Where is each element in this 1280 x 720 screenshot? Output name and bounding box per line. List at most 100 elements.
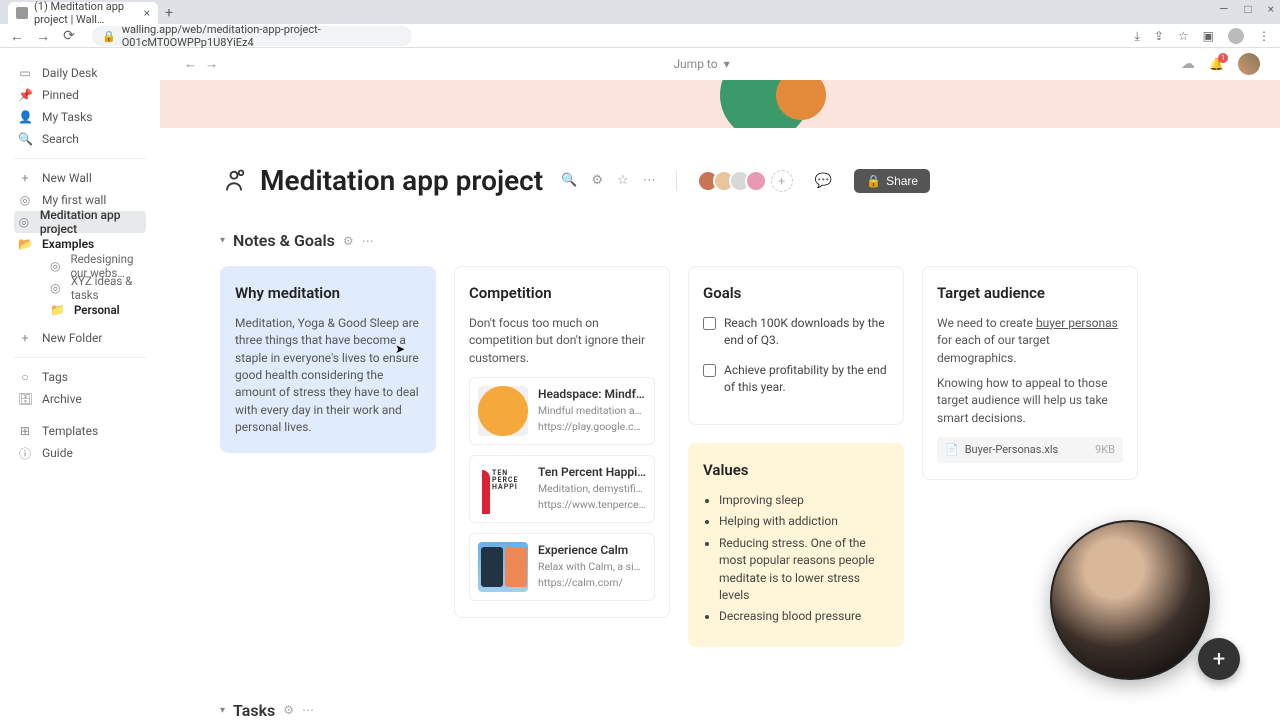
page-icon[interactable]: [220, 167, 248, 195]
section-title: Notes & Goals: [233, 231, 335, 250]
menu-icon[interactable]: ⋮: [1258, 29, 1270, 43]
jump-to-button[interactable]: Jump to ▾: [673, 57, 729, 71]
more-icon[interactable]: ⋯: [643, 173, 656, 188]
profile-avatar-icon[interactable]: [1228, 28, 1244, 44]
favorite-icon[interactable]: ☆: [617, 173, 629, 188]
lock-icon: 🔒: [102, 30, 116, 43]
card-title: Competition: [469, 283, 655, 305]
filter-icon[interactable]: ⚙: [591, 173, 603, 188]
star-icon[interactable]: ☆: [1178, 29, 1189, 43]
install-icon[interactable]: ⤓: [1135, 29, 1140, 44]
sidebar-daily-desk[interactable]: ▭Daily Desk: [14, 62, 146, 84]
url-field[interactable]: 🔒 walling.app/web/meditation-app-project…: [92, 26, 412, 46]
notifications-button[interactable]: 🔔 1: [1209, 57, 1224, 71]
card-goals[interactable]: Goals Reach 100K downloads by the end of…: [688, 266, 904, 425]
value-item: Improving sleep: [719, 492, 889, 509]
card-title: Goals: [703, 283, 889, 305]
card-why-meditation[interactable]: Why meditation Meditation, Yoga & Good S…: [220, 266, 436, 453]
goal-checkbox[interactable]: [703, 364, 716, 377]
plus-icon: +: [18, 171, 32, 185]
collapse-icon[interactable]: ▾: [220, 705, 225, 716]
current-user-avatar[interactable]: [1238, 53, 1260, 75]
sidebar-pinned[interactable]: 📌Pinned: [14, 84, 146, 106]
window-maximize-icon[interactable]: □: [1244, 2, 1251, 16]
guide-icon: ⓘ: [18, 445, 32, 462]
sidebar-tags[interactable]: ○Tags: [14, 366, 146, 388]
back-icon[interactable]: ←: [10, 28, 24, 45]
sidebar-search[interactable]: 🔍Search: [14, 128, 146, 150]
link-url: https://play.google.com/…: [538, 419, 646, 434]
sidebar-example-personal[interactable]: 📁Personal: [46, 299, 146, 321]
card-target-audience[interactable]: Target audience We need to create buyer …: [922, 266, 1138, 480]
share-icon[interactable]: ⇪: [1154, 29, 1164, 43]
presenter-webcam: [1050, 520, 1210, 680]
sync-status-icon[interactable]: ☁: [1181, 56, 1195, 72]
desk-icon: ▭: [18, 66, 32, 80]
link-thumbnail: [478, 542, 528, 592]
collapse-icon[interactable]: ▾: [220, 235, 225, 246]
link-card[interactable]: TENPERCEHAPPI Ten Percent Happi… Meditat…: [469, 455, 655, 523]
value-item: Helping with addiction: [719, 513, 889, 530]
sidebar-templates[interactable]: ⊞Templates: [14, 420, 146, 442]
card-title: Values: [703, 460, 889, 482]
address-bar: ← → ⟳ 🔒 walling.app/web/meditation-app-p…: [0, 24, 1280, 48]
close-tab-icon[interactable]: ×: [144, 6, 150, 20]
sidebar-wall-meditation[interactable]: ◎Meditation app project: [14, 211, 146, 233]
window-minimize-icon[interactable]: —: [1219, 2, 1228, 16]
forward-icon[interactable]: →: [36, 28, 50, 45]
link-desc: Relax with Calm, a simpl…: [538, 559, 646, 574]
add-fab-button[interactable]: +: [1198, 638, 1240, 680]
browser-tab[interactable]: (1) Meditation app project | Wall… ×: [8, 2, 158, 24]
section-settings-icon[interactable]: ⚙: [343, 234, 354, 248]
section-settings-icon[interactable]: ⚙: [283, 703, 294, 717]
sidebar-example-xyz[interactable]: ◎XYZ ideas & tasks: [46, 277, 146, 299]
top-toolbar: ← → Jump to ▾ ☁ 🔔 1: [160, 48, 1280, 80]
goal-item: Reach 100K downloads by the end of Q3.: [703, 315, 889, 350]
plus-icon: +: [18, 331, 32, 345]
card-title: Target audience: [937, 283, 1123, 305]
favicon-icon: [16, 7, 28, 19]
sidebar-new-wall[interactable]: +New Wall: [14, 167, 146, 189]
user-icon: 👤: [18, 110, 32, 124]
link-title: Ten Percent Happi…: [538, 464, 646, 481]
new-tab-button[interactable]: +: [158, 2, 180, 24]
panel-icon[interactable]: ▣: [1203, 29, 1214, 43]
link-desc: Mindful meditation and r…: [538, 403, 646, 418]
history-back-icon[interactable]: ←: [180, 56, 201, 72]
wall-icon: ◎: [50, 281, 61, 295]
sidebar-guide[interactable]: ⓘGuide: [14, 442, 146, 464]
goal-checkbox[interactable]: [703, 317, 716, 330]
comments-icon[interactable]: 💬: [815, 173, 832, 189]
link-title: Experience Calm: [538, 542, 646, 559]
section-more-icon[interactable]: ⋯: [362, 234, 374, 248]
file-attachment[interactable]: 📄 Buyer-Personas.xls 9KB: [937, 437, 1123, 463]
section-more-icon[interactable]: ⋯: [302, 703, 314, 717]
wall-icon: ◎: [18, 193, 32, 207]
collaborator-avatars[interactable]: +: [697, 170, 793, 192]
value-item: Decreasing blood pressure: [719, 608, 889, 625]
reload-icon[interactable]: ⟳: [62, 28, 76, 44]
card-body-2: Knowing how to appeal to those target au…: [937, 375, 1123, 427]
sidebar-archive[interactable]: 🗄Archive: [14, 388, 146, 410]
share-button[interactable]: 🔒 Share: [854, 169, 930, 193]
link-url: https://calm.com/: [538, 575, 646, 590]
chevron-down-icon: ▾: [724, 57, 730, 71]
history-forward-icon[interactable]: →: [201, 56, 222, 72]
window-close-icon[interactable]: ×: [1268, 2, 1274, 16]
page-header: Meditation app project 🔍 ⚙ ☆ ⋯ + 💬 🔒 Sha…: [160, 128, 1280, 207]
buyer-personas-link[interactable]: buyer personas: [1036, 316, 1118, 330]
card-values[interactable]: Values Improving sleep Helping with addi…: [688, 443, 904, 646]
search-page-icon[interactable]: 🔍: [561, 173, 577, 188]
sidebar-my-tasks[interactable]: 👤My Tasks: [14, 106, 146, 128]
card-competition[interactable]: Competition Don't focus too much on comp…: [454, 266, 670, 618]
link-card[interactable]: Headspace: Mindfu… Mindful meditation an…: [469, 377, 655, 445]
pin-icon: 📌: [18, 88, 32, 102]
goal-item: Achieve profitability by the end of this…: [703, 362, 889, 397]
add-collaborator-button[interactable]: +: [771, 170, 793, 192]
section-header-tasks: ▾ Tasks ⚙ ⋯: [160, 677, 1280, 720]
sidebar-new-folder[interactable]: +New Folder: [14, 327, 146, 349]
link-card[interactable]: Experience Calm Relax with Calm, a simpl…: [469, 533, 655, 601]
card-body: Don't focus too much on competition but …: [469, 315, 655, 367]
card-body: We need to create buyer personas for eac…: [937, 315, 1123, 367]
url-text: walling.app/web/meditation-app-project-O…: [122, 23, 402, 49]
